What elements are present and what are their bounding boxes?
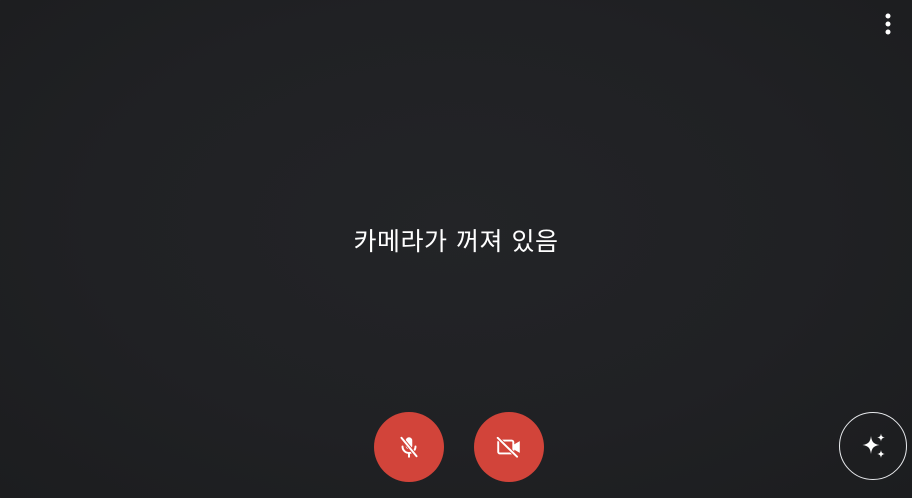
more-options-button[interactable] xyxy=(872,8,904,40)
camera-off-status: 카메라가 꺼져 있음 xyxy=(353,227,559,256)
videocam-off-icon xyxy=(495,434,523,460)
camera-preview: 카메라가 꺼져 있음 xyxy=(0,0,912,498)
mic-off-icon xyxy=(396,434,422,460)
microphone-toggle-button[interactable] xyxy=(374,412,444,482)
sparkle-icon xyxy=(858,431,888,461)
more-vert-icon xyxy=(885,13,891,35)
camera-toggle-button[interactable] xyxy=(474,412,544,482)
visual-effects-button[interactable] xyxy=(839,412,907,480)
